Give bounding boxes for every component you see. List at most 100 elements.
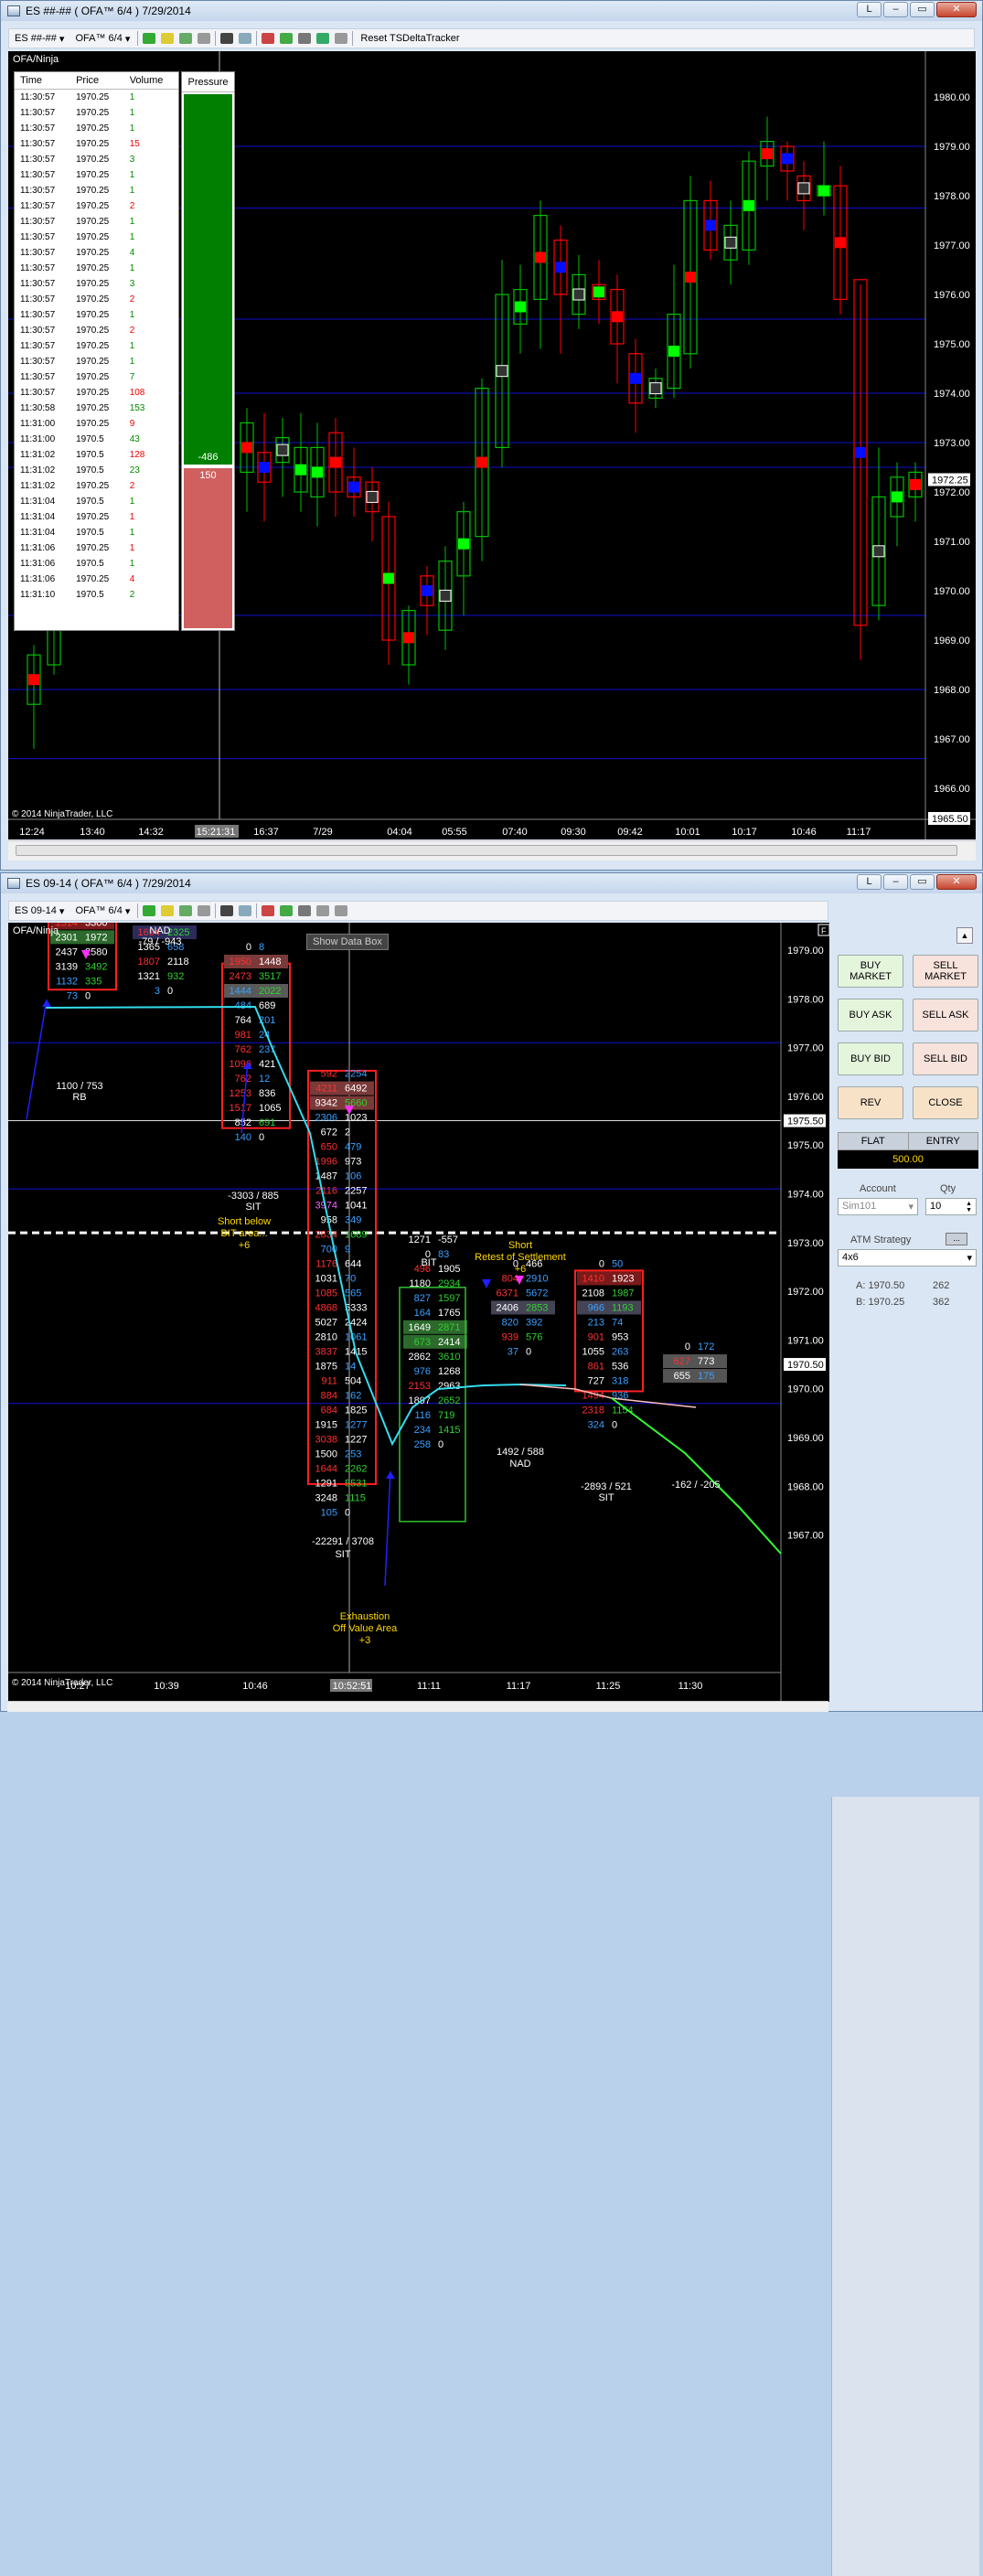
footprint-bid: 4868 xyxy=(315,1303,337,1314)
trade-time: 11:31:04 xyxy=(20,511,56,522)
indicators-icon[interactable] xyxy=(262,33,275,44)
link-button[interactable]: L xyxy=(857,874,881,890)
bar-tag: SIT xyxy=(598,1492,614,1503)
minimize-icon[interactable]: – xyxy=(883,2,908,17)
interval-selector[interactable]: OFA™ 6/4 ▾ xyxy=(69,29,135,48)
indicators-icon[interactable] xyxy=(262,905,275,916)
delta-marker xyxy=(743,199,754,211)
footprint-ask: 349 xyxy=(345,1215,361,1226)
reverse-button[interactable]: REV xyxy=(838,1086,903,1119)
trade-row: 11:30:57 1970.25 3 xyxy=(15,276,178,292)
trade-price: 1970.25 xyxy=(76,107,110,118)
trade-time: 11:30:57 xyxy=(20,154,56,165)
footprint-ask: 6492 xyxy=(345,1084,367,1095)
zoom-icon[interactable] xyxy=(239,33,252,44)
properties-icon[interactable] xyxy=(298,33,312,44)
footprint-bid: 981 xyxy=(235,1030,251,1041)
reset-tsdeltatracker-button[interactable]: Reset TSDeltaTracker xyxy=(355,29,465,48)
copy-icon[interactable] xyxy=(316,905,330,916)
close-icon[interactable]: ✕ xyxy=(936,2,977,17)
footprint-ask: 691 xyxy=(259,1117,275,1128)
crosshair-icon[interactable] xyxy=(220,905,234,916)
footprint-chart[interactable]: 1979.00 1978.00 1977.00 1976.00 1975.00 1974.… xyxy=(8,923,829,1702)
footprint-ask: 106 xyxy=(345,1171,361,1182)
interval-selector[interactable]: OFA™ 6/4 ▾ xyxy=(69,902,135,920)
time-tick-label: 15:21:31 xyxy=(197,827,236,838)
bars-icon[interactable] xyxy=(143,905,156,916)
draw-tool-icon[interactable] xyxy=(179,33,193,44)
sell-pressure-bar: 150 xyxy=(184,468,232,628)
show-data-box-button[interactable]: Show Data Box xyxy=(306,934,389,950)
draw-pencil-icon[interactable] xyxy=(161,905,175,916)
draw-tool-icon[interactable] xyxy=(179,905,193,916)
instrument-selector[interactable]: ES 09-14 ▾ xyxy=(9,902,69,920)
title-bar[interactable]: ES 09-14 ( OFA™ 6/4 ) 7/29/2014 L – ▭ ✕ xyxy=(1,873,982,893)
copy-icon[interactable] xyxy=(335,33,348,44)
trade-time: 11:30:57 xyxy=(20,371,56,382)
atm-options-button[interactable]: ... xyxy=(946,1233,967,1245)
atm-strategy-select[interactable]: 4x6 ▾ xyxy=(838,1249,977,1267)
maximize-icon[interactable]: ▭ xyxy=(910,874,935,890)
price-chart-top[interactable]: 1980.00 1979.00 1978.00 1977.00 1976.00 1975.… xyxy=(8,51,976,839)
maximize-icon[interactable]: ▭ xyxy=(910,2,935,17)
order-panel-icon[interactable] xyxy=(335,905,348,916)
buy-bid-button[interactable]: BUY BID xyxy=(838,1042,903,1075)
collapse-panel-icon[interactable]: ▲ xyxy=(956,927,973,944)
trade-time: 11:31:06 xyxy=(20,558,56,569)
trade-price: 1970.25 xyxy=(76,91,110,102)
footprint-ask: 0 xyxy=(526,1346,531,1357)
delta-marker xyxy=(330,456,341,468)
trade-price: 1970.25 xyxy=(76,325,110,336)
footprint-ask: 5531 xyxy=(345,1479,367,1490)
footprint-bid: 164 xyxy=(414,1308,431,1319)
trade-row: 11:30:57 1970.25 1 xyxy=(15,338,178,354)
instrument-selector[interactable]: ES ##-## ▾ xyxy=(9,29,69,48)
footprint-bid: 592 xyxy=(321,1069,337,1080)
chart-scrollbar[interactable] xyxy=(8,840,976,860)
scroll-thumb[interactable] xyxy=(16,845,957,856)
price-tick-label: 1967.00 xyxy=(934,734,970,745)
title-bar[interactable]: ES ##-## ( OFA™ 6/4 ) 7/29/2014 L – ▭ ✕ xyxy=(1,1,982,21)
footprint-ask: -557 xyxy=(438,1235,458,1245)
footprint-ask: 0 xyxy=(438,1439,443,1450)
close-icon[interactable]: ✕ xyxy=(936,874,977,890)
delta-marker xyxy=(872,545,885,558)
footprint-bid: 0 xyxy=(246,942,251,953)
link-button[interactable]: L xyxy=(857,2,881,17)
trade-price: 1970.5 xyxy=(76,465,104,476)
hide-drawings-icon[interactable] xyxy=(198,905,211,916)
sell-ask-button[interactable]: SELL ASK xyxy=(913,999,978,1031)
buy-market-button[interactable]: BUY MARKET xyxy=(838,955,903,988)
money-icon[interactable] xyxy=(316,33,330,44)
footprint-bid: 2406 xyxy=(497,1302,518,1313)
crosshair-icon[interactable] xyxy=(220,33,234,44)
price-tick-label: 1976.00 xyxy=(934,290,970,301)
chart-scrollbar-bottom[interactable] xyxy=(7,1701,828,1712)
trade-price: 1970.25 xyxy=(76,247,110,258)
close-position-button[interactable]: CLOSE xyxy=(913,1086,978,1119)
buy-ask-button[interactable]: BUY ASK xyxy=(838,999,903,1031)
footprint-bid: 3 xyxy=(155,986,160,997)
account-select[interactable]: Sim101 ▾ xyxy=(838,1198,918,1215)
trade-price: 1970.25 xyxy=(76,231,110,242)
delta-marker xyxy=(276,444,289,456)
strategies-icon[interactable] xyxy=(280,905,294,916)
trade-time: 11:30:57 xyxy=(20,231,56,242)
footprint-ask: 12 xyxy=(259,1074,270,1085)
bars-icon[interactable] xyxy=(143,33,156,44)
trade-time: 11:31:00 xyxy=(20,433,56,444)
hide-drawings-icon[interactable] xyxy=(198,33,211,44)
footprint-bid: 762 xyxy=(235,1044,251,1055)
trade-row: 11:30:57 1970.25 15 xyxy=(15,136,178,152)
sell-market-button[interactable]: SELL MARKET xyxy=(913,955,978,988)
sell-bid-button[interactable]: SELL BID xyxy=(913,1042,978,1075)
draw-pencil-icon[interactable] xyxy=(161,33,175,44)
minimize-icon[interactable]: – xyxy=(883,874,908,890)
time-tick-label: 09:30 xyxy=(561,827,586,838)
footprint-ask: 0 xyxy=(85,990,91,1001)
quantity-stepper[interactable]: 10 ▲ ▼ xyxy=(925,1198,977,1215)
properties-icon[interactable] xyxy=(298,905,312,916)
strategies-icon[interactable] xyxy=(280,33,294,44)
trade-volume: 1 xyxy=(129,107,135,118)
zoom-icon[interactable] xyxy=(239,905,252,916)
